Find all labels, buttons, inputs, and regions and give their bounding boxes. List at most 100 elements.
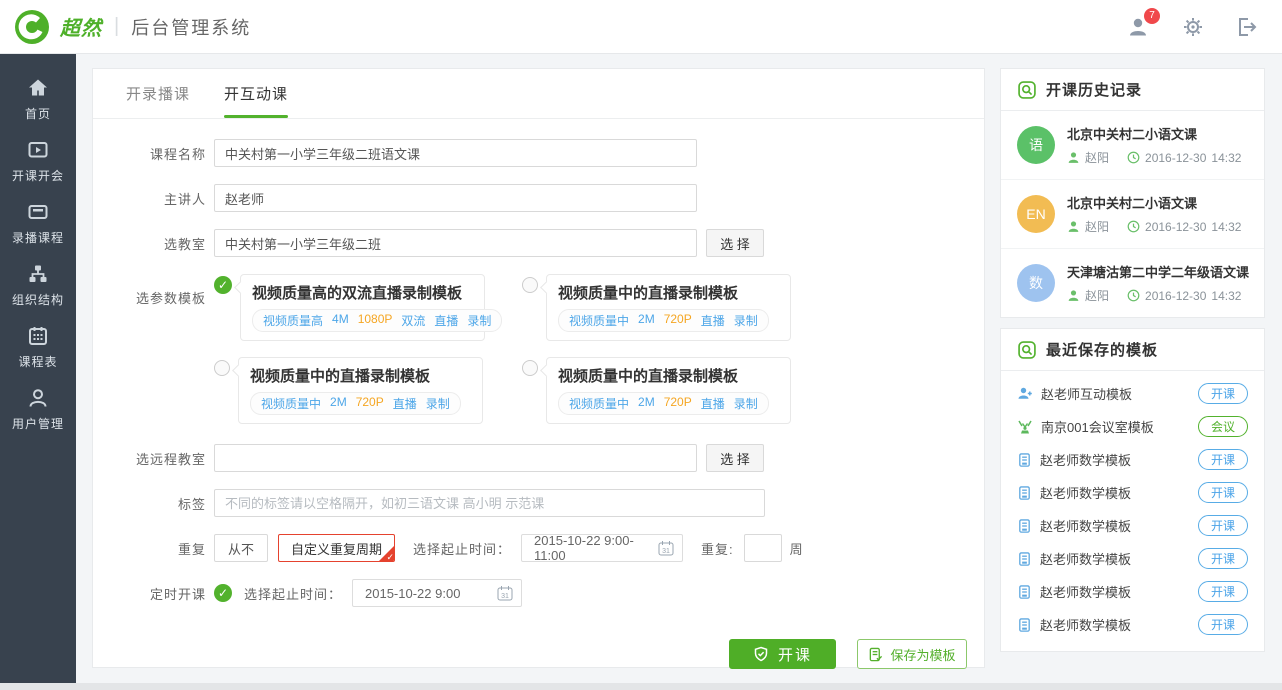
course-name-label: 课程名称: [93, 144, 206, 163]
search-box-icon: [1017, 340, 1037, 360]
teacher-input[interactable]: [214, 184, 697, 212]
saved-template-item: 赵老师数学模板 开课: [1001, 509, 1264, 542]
param-template-option-3[interactable]: 视频质量中的直播录制模板 视频质量中2M720P直播录制: [214, 357, 485, 424]
repeat-time-input[interactable]: 2015-10-22 9:00-11:00 31: [521, 534, 683, 562]
schedule-icon: [26, 324, 50, 348]
check-circle-icon[interactable]: ✓: [214, 584, 232, 602]
template-action-button[interactable]: 开课: [1198, 515, 1248, 536]
bottom-strip: [0, 683, 1282, 690]
template-tag: 2M: [638, 395, 655, 412]
schedule-time-input[interactable]: 2015-10-22 9:00 31: [352, 579, 522, 607]
saved-template-item: 南京001会议室模板 会议: [1001, 410, 1264, 443]
saved-template-item: 赵老师数学模板 开课: [1001, 443, 1264, 476]
clock-icon: [1127, 151, 1140, 164]
start-class-button[interactable]: 开课: [729, 639, 836, 669]
remote-classroom-select-button[interactable]: 选 择: [706, 444, 764, 472]
brand-divider: |: [114, 15, 119, 38]
repeat-unit-label: 周: [790, 539, 803, 558]
template-action-button[interactable]: 开课: [1198, 614, 1248, 635]
template-action-button[interactable]: 会议: [1198, 416, 1248, 437]
repeat-custom-button[interactable]: 自定义重复周期 ✓: [278, 534, 395, 562]
saved-templates-list: 赵老师互动模板 开课 南京001会议室模板: [1001, 371, 1264, 651]
sidebar-nav: 首页 开课开会 录播课程 组织结构: [0, 54, 76, 683]
classroom-select-button[interactable]: 选 择: [706, 229, 764, 257]
history-course-name: 天津塘沽第二中学二年级语文课: [1067, 262, 1249, 281]
saved-templates-panel: 最近保存的模板 赵老师互动模板: [1000, 328, 1265, 652]
radio-icon[interactable]: [522, 360, 538, 376]
sidebar-item-start-class-meeting[interactable]: 开课开会: [0, 138, 76, 200]
radio-icon[interactable]: [522, 277, 538, 293]
history-teacher: 赵阳: [1085, 149, 1109, 166]
brand-logo-icon: [14, 9, 50, 45]
history-course-name: 北京中关村二小语文课: [1067, 193, 1241, 212]
sidebar-item-org-structure[interactable]: 组织结构: [0, 262, 76, 324]
classroom-input[interactable]: [214, 229, 697, 257]
check-circle-icon[interactable]: ✓: [214, 276, 232, 294]
saved-template-name: 赵老师数学模板: [1040, 483, 1198, 502]
param-template-option-1[interactable]: ✓ 视频质量高的双流直播录制模板 视频质量高4M1080P双流直播录制: [214, 274, 485, 341]
history-list-item: 数 天津塘沽第二中学二年级语文课 赵阳: [1001, 248, 1264, 317]
template-action-button[interactable]: 开课: [1198, 482, 1248, 503]
saved-template-name: 南京001会议室模板: [1041, 417, 1198, 436]
sidebar-item-home[interactable]: 首页: [0, 76, 76, 138]
user-icon[interactable]: 7: [1126, 14, 1152, 40]
calendar-icon: 31: [497, 585, 513, 601]
template-action-button[interactable]: 开课: [1198, 548, 1248, 569]
template-tag: 录制: [426, 395, 450, 412]
gear-icon[interactable]: [1180, 14, 1206, 40]
document-icon: [1017, 584, 1032, 600]
search-box-icon: [1017, 80, 1037, 100]
history-time: 14:32: [1211, 220, 1241, 234]
history-list: 语 北京中关村二小语文课 赵阳: [1001, 111, 1264, 317]
tags-input[interactable]: [214, 489, 765, 517]
saved-template-item: 赵老师互动模板 开课: [1001, 377, 1264, 410]
meeting-video-icon: [26, 138, 50, 162]
document-icon: [1017, 485, 1032, 501]
param-template-option-2[interactable]: 视频质量中的直播录制模板 视频质量中2M720P直播录制: [522, 274, 793, 341]
template-tag: 视频质量中: [261, 395, 321, 412]
templates-panel-title: 最近保存的模板: [1046, 339, 1158, 360]
sidebar-item-user-management[interactable]: 用户管理: [0, 386, 76, 448]
sidebar-item-timetable[interactable]: 课程表: [0, 324, 76, 386]
document-icon: [1017, 452, 1032, 468]
template-tag: 视频质量中: [569, 395, 629, 412]
logout-icon[interactable]: [1234, 14, 1260, 40]
repeat-count-input[interactable]: [744, 534, 782, 562]
saved-template-item: 赵老师数学模板 开课: [1001, 542, 1264, 575]
history-list-item: EN 北京中关村二小语文课 赵阳: [1001, 179, 1264, 248]
template-action-button[interactable]: 开课: [1198, 383, 1248, 404]
user-management-icon: [26, 386, 50, 410]
person-plus-icon: [1017, 386, 1033, 402]
notification-badge: 7: [1144, 8, 1160, 24]
document-icon: [1017, 518, 1032, 534]
tab-recorded-class[interactable]: 开录播课: [126, 69, 190, 118]
save-as-template-button[interactable]: 保存为模板: [857, 639, 967, 669]
recorder-icon: [26, 200, 50, 224]
classroom-label: 选教室: [93, 234, 206, 253]
document-check-icon: [868, 647, 883, 662]
course-name-input[interactable]: [214, 139, 697, 167]
saved-template-item: 赵老师数学模板 开课: [1001, 575, 1264, 608]
template-tags: 视频质量中2M720P直播录制: [250, 392, 461, 415]
calendar-icon: 31: [658, 540, 674, 556]
repeat-time-label: 选择起止时间：: [413, 539, 511, 558]
remote-classroom-input[interactable]: [214, 444, 697, 472]
history-course-name: 北京中关村二小语文课: [1067, 124, 1241, 143]
template-action-button[interactable]: 开课: [1198, 449, 1248, 470]
tab-interactive-class[interactable]: 开互动课: [224, 69, 288, 118]
template-tag: 录制: [734, 395, 758, 412]
template-tag: 720P: [664, 312, 692, 329]
saved-template-item: 赵老师数学模板 开课: [1001, 476, 1264, 509]
radio-icon[interactable]: [214, 360, 230, 376]
template-tag: 2M: [638, 312, 655, 329]
template-tag: 视频质量高: [263, 312, 323, 329]
clock-icon: [1127, 220, 1140, 233]
template-tag: 720P: [356, 395, 384, 412]
sidebar-item-recorded-courses[interactable]: 录播课程: [0, 200, 76, 262]
history-teacher: 赵阳: [1085, 218, 1109, 235]
repeat-never-button[interactable]: 从不: [214, 534, 268, 562]
param-template-label: 选参数模板: [93, 288, 206, 307]
param-template-option-4[interactable]: 视频质量中的直播录制模板 视频质量中2M720P直播录制: [522, 357, 793, 424]
history-teacher: 赵阳: [1085, 287, 1109, 304]
template-action-button[interactable]: 开课: [1198, 581, 1248, 602]
